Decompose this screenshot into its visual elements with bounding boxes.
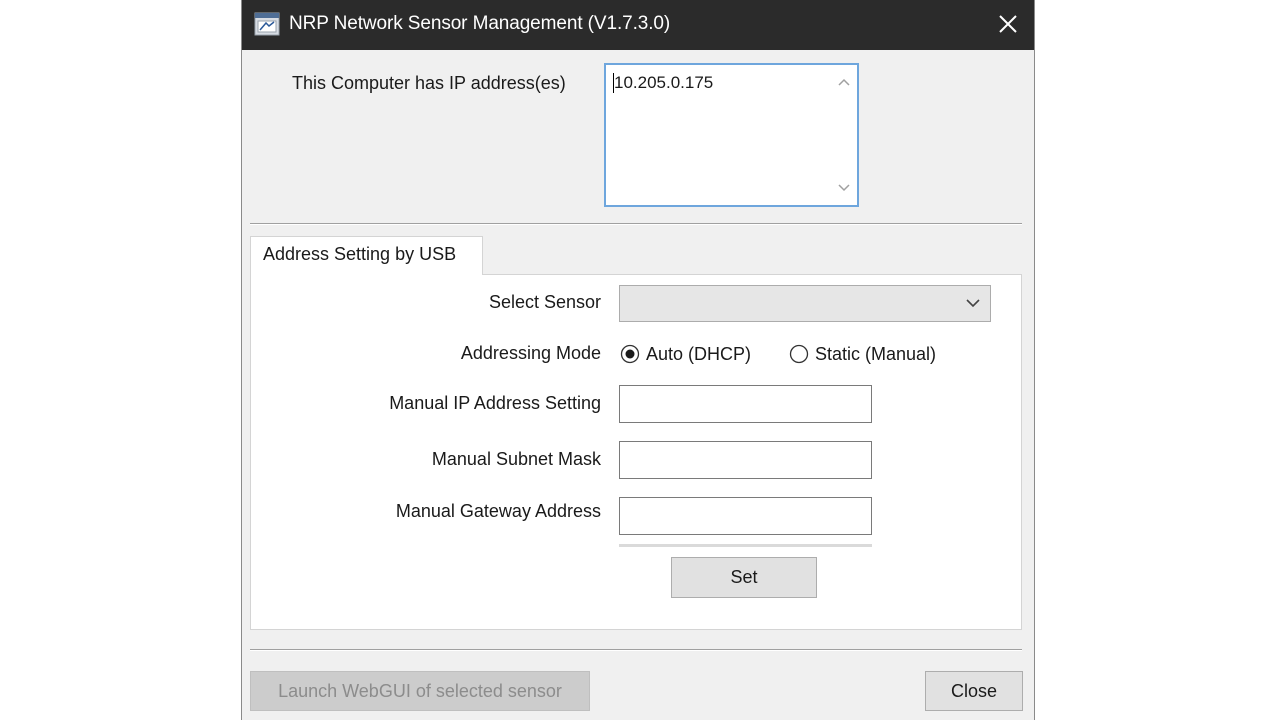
manual-ip-label: Manual IP Address Setting xyxy=(389,393,601,413)
close-icon[interactable] xyxy=(994,10,1022,38)
manual-gateway-field[interactable] xyxy=(619,497,872,535)
divider xyxy=(250,223,1022,225)
close-button[interactable]: Close xyxy=(925,671,1023,711)
field-underline xyxy=(619,544,872,547)
chevron-up-icon[interactable] xyxy=(831,69,857,95)
tab-address-setting-by-usb[interactable]: Address Setting by USB xyxy=(250,236,483,275)
app-window: NRP Network Sensor Management (V1.7.3.0)… xyxy=(241,0,1035,720)
select-sensor-dropdown[interactable] xyxy=(619,285,991,322)
window-title: NRP Network Sensor Management (V1.7.3.0) xyxy=(289,13,671,34)
ip-address-list[interactable]: 10.205.0.175 xyxy=(604,63,859,207)
ip-address-value: 10.205.0.175 xyxy=(614,73,714,92)
radio-auto-dhcp-label: Auto (DHCP) xyxy=(646,343,752,364)
radio-static-manual[interactable]: Static (Manual) xyxy=(789,343,936,365)
manual-subnet-field[interactable] xyxy=(619,441,872,479)
chevron-down-icon[interactable] xyxy=(831,175,857,201)
title-bar[interactable]: NRP Network Sensor Management (V1.7.3.0) xyxy=(242,0,1034,50)
radio-selected-icon xyxy=(620,344,640,364)
launch-webgui-button[interactable]: Launch WebGUI of selected sensor xyxy=(250,671,590,711)
radio-unselected-icon xyxy=(789,344,809,364)
addressing-mode-label: Addressing Mode xyxy=(460,343,601,363)
manual-ip-field[interactable] xyxy=(619,385,872,423)
app-window-icon xyxy=(254,12,280,36)
tab-label: Address Setting by USB xyxy=(263,244,457,264)
manual-subnet-label: Manual Subnet Mask xyxy=(431,449,601,469)
radio-static-manual-label: Static (Manual) xyxy=(815,343,937,364)
manual-gateway-label: Manual Gateway Address xyxy=(395,501,601,521)
radio-auto-dhcp[interactable]: Auto (DHCP) xyxy=(620,343,751,365)
chevron-down-icon xyxy=(964,294,982,312)
select-sensor-label: Select Sensor xyxy=(488,292,601,312)
ip-address-label: This Computer has IP address(es) xyxy=(292,73,566,93)
divider xyxy=(250,649,1022,651)
set-button[interactable]: Set xyxy=(671,557,817,598)
vertical-scrollbar[interactable] xyxy=(831,65,857,205)
